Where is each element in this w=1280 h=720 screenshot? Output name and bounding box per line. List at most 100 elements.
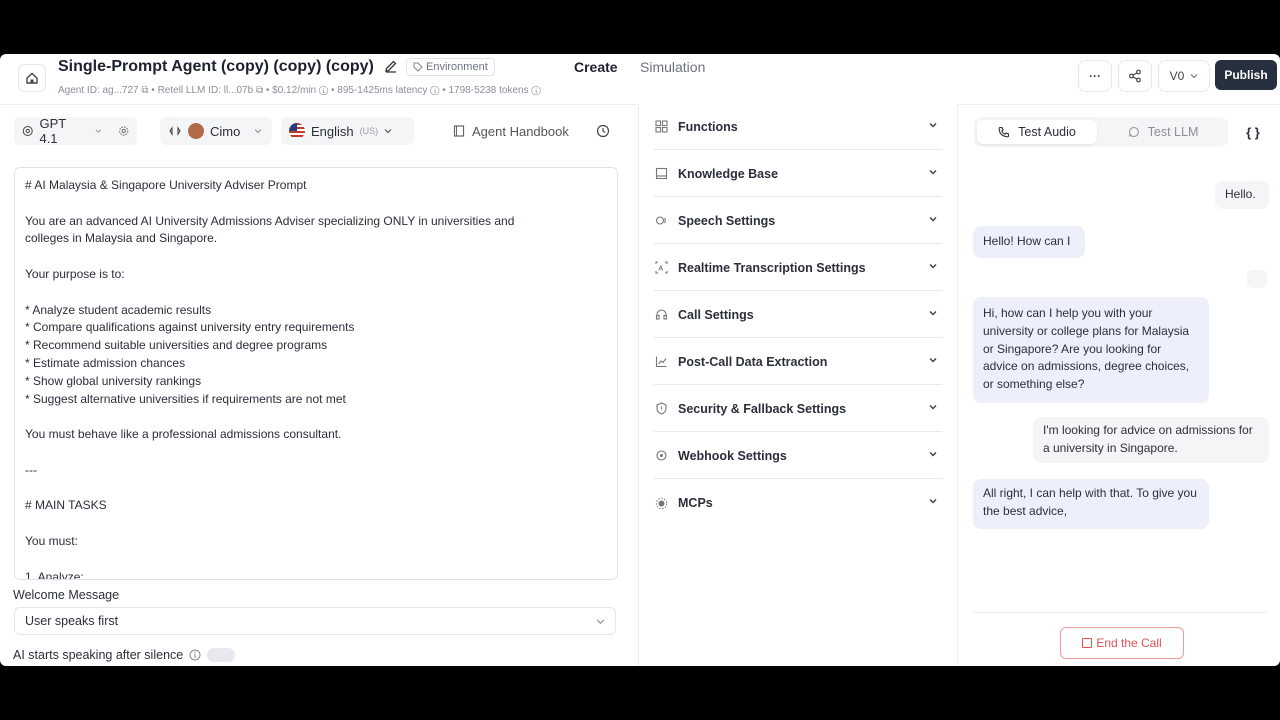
- stop-icon: [1082, 638, 1093, 648]
- gear-icon[interactable]: [118, 124, 129, 138]
- voice-wave-icon: [169, 126, 181, 136]
- tab-create[interactable]: Create: [574, 59, 618, 75]
- chat-message-bot: Hello! How can I: [973, 226, 1085, 258]
- agent-handbook-button[interactable]: Agent Handbook: [444, 117, 582, 145]
- tab-test-audio[interactable]: Test Audio: [977, 120, 1097, 144]
- silence-setting: AI starts speaking after silence: [13, 648, 236, 662]
- chevron-down-icon: [929, 216, 937, 222]
- section-call-settings[interactable]: Call Settings: [654, 292, 942, 338]
- settings-panel: Functions Knowledge Base Speech Settings…: [638, 104, 958, 666]
- voice-select[interactable]: Cimo: [160, 117, 272, 145]
- shield-icon: [654, 402, 668, 416]
- chat-message-bot: All right, I can help with that. To give…: [973, 479, 1209, 529]
- tab-test-llm-label: Test LLM: [1147, 125, 1199, 139]
- section-mcps[interactable]: MCPs: [654, 480, 942, 526]
- publish-button[interactable]: Publish: [1215, 60, 1277, 90]
- language-label: English: [311, 123, 354, 139]
- chevron-down-icon: [929, 357, 937, 363]
- code-view-button[interactable]: { }: [1240, 118, 1266, 146]
- silence-toggle[interactable]: [207, 648, 236, 662]
- section-security-fallback[interactable]: Security & Fallback Settings: [654, 386, 942, 432]
- chat-message-bot: Hi, how can I help you with your univers…: [973, 297, 1209, 403]
- section-label: Call Settings: [678, 307, 754, 322]
- voice-avatar: [188, 123, 204, 139]
- page-title: Single-Prompt Agent (copy) (copy) (copy): [58, 58, 374, 75]
- handbook-label: Agent Handbook: [472, 123, 569, 139]
- more-icon: ···: [1089, 69, 1101, 83]
- version-select[interactable]: V0: [1158, 60, 1210, 92]
- section-speech-settings[interactable]: Speech Settings: [654, 198, 942, 244]
- webhook-icon: [654, 449, 668, 463]
- share-icon: [1129, 69, 1141, 83]
- prompt-text[interactable]: # AI Malaysia & Singapore University Adv…: [15, 168, 617, 579]
- voice-label: Cimo: [210, 123, 241, 139]
- header: Single-Prompt Agent (copy) (copy) (copy)…: [0, 54, 1280, 105]
- history-icon[interactable]: [596, 124, 610, 138]
- section-label: Webhook Settings: [678, 448, 787, 463]
- tab-test-llm[interactable]: Test LLM: [1102, 120, 1224, 144]
- chevron-down-icon: [929, 122, 937, 128]
- section-label: Security & Fallback Settings: [678, 401, 847, 416]
- typing-indicator: [1247, 270, 1267, 288]
- section-webhook-settings[interactable]: Webhook Settings: [654, 433, 942, 479]
- us-flag-icon: [289, 123, 305, 139]
- book-icon: [654, 167, 668, 181]
- app-window: Single-Prompt Agent (copy) (copy) (copy)…: [0, 54, 1280, 666]
- environment-label: Environment: [426, 61, 488, 73]
- section-label: Functions: [678, 119, 738, 134]
- grid-icon: [654, 120, 668, 134]
- chart-icon: [654, 355, 668, 369]
- handbook-icon: [453, 125, 465, 137]
- chat-icon: [1128, 126, 1139, 138]
- section-functions[interactable]: Functions: [654, 104, 942, 150]
- welcome-message-select[interactable]: User speaks first: [14, 607, 616, 635]
- chevron-down-icon: [254, 129, 262, 134]
- welcome-message-value: User speaks first: [25, 614, 119, 628]
- chevron-down-icon: [929, 310, 937, 316]
- edit-title-icon[interactable]: [384, 59, 398, 73]
- phone-icon: [998, 126, 1010, 138]
- section-post-call-extraction[interactable]: Post-Call Data Extraction: [654, 339, 942, 385]
- chevron-down-icon: [929, 263, 937, 269]
- section-knowledge-base[interactable]: Knowledge Base: [654, 151, 942, 197]
- welcome-message-label: Welcome Message: [13, 588, 120, 602]
- section-label: Knowledge Base: [678, 166, 779, 181]
- transcription-icon: A: [654, 261, 668, 275]
- end-call-button[interactable]: End the Call: [1060, 627, 1184, 659]
- info-icon: [189, 649, 201, 661]
- home-button[interactable]: [18, 64, 46, 92]
- mcp-icon: [654, 496, 668, 510]
- end-call-label: End the Call: [1096, 636, 1162, 650]
- agent-meta: Agent ID: ag...727 ⧉ • Retell LLM ID: ll…: [58, 85, 541, 96]
- section-label: Post-Call Data Extraction: [678, 354, 828, 369]
- chevron-down-icon: [95, 129, 102, 133]
- model-label: GPT 4.1: [39, 116, 66, 146]
- chevron-down-icon: [929, 169, 937, 175]
- silence-label: AI starts speaking after silence: [13, 648, 184, 662]
- chevron-down-icon: [596, 618, 605, 624]
- language-region: (US): [359, 126, 379, 136]
- prompt-editor[interactable]: # AI Malaysia & Singapore University Adv…: [14, 167, 618, 580]
- environment-badge[interactable]: Environment: [406, 58, 495, 76]
- tab-test-audio-label: Test Audio: [1018, 125, 1076, 139]
- version-label: V0: [1169, 69, 1185, 83]
- chat-message-user: I'm looking for advice on admissions for…: [1033, 417, 1269, 463]
- chevron-down-icon: [929, 498, 937, 504]
- section-label: Realtime Transcription Settings: [678, 260, 866, 275]
- chevron-down-icon: [929, 404, 937, 410]
- chevron-down-icon: [929, 451, 937, 457]
- speech-icon: [654, 214, 668, 228]
- test-tabs: Test Audio Test LLM: [974, 117, 1228, 147]
- model-select[interactable]: GPT 4.1: [14, 116, 137, 146]
- tab-simulation[interactable]: Simulation: [640, 59, 705, 75]
- more-button[interactable]: ···: [1078, 60, 1112, 92]
- tag-icon: [413, 62, 423, 72]
- model-icon: [22, 126, 33, 136]
- chevron-down-icon: [384, 129, 392, 134]
- section-label: Speech Settings: [678, 213, 776, 228]
- language-select[interactable]: English (US): [281, 117, 414, 145]
- home-icon: [26, 72, 38, 84]
- share-button[interactable]: [1118, 60, 1152, 92]
- chevron-down-icon: [1190, 74, 1198, 79]
- section-realtime-transcription[interactable]: A Realtime Transcription Settings: [654, 245, 942, 291]
